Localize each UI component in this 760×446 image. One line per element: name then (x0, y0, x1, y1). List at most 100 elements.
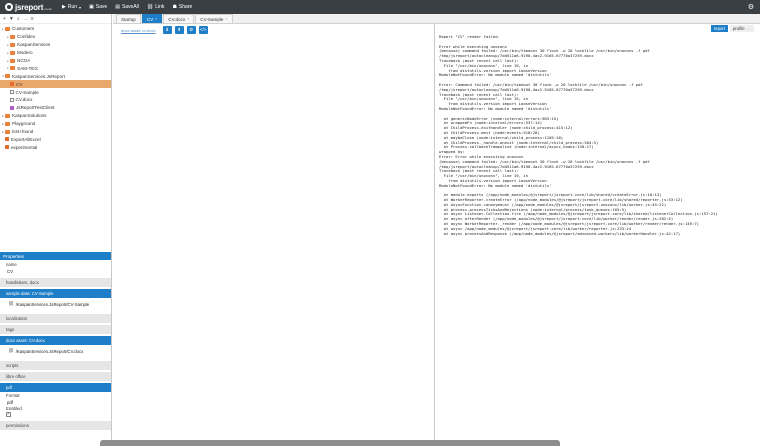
properties-header[interactable]: Properties (0, 252, 111, 260)
save-all-label: SaveAll (121, 4, 139, 10)
tree-item[interactable]: ▸ NCOA (0, 57, 111, 65)
code-icon[interactable]: </> (198, 26, 208, 34)
upload-icon[interactable]: ⬆ (174, 26, 184, 34)
tree-item[interactable]: JsReportTestClient (0, 104, 111, 112)
entity-tree: ▸ Customers ▸ Confidex ▸ KaspanServices ▸ Moder… (0, 24, 111, 151)
docx-asset-path: /KaspanServices.JsReport/CV.docx (15, 348, 84, 354)
close-icon[interactable]: × (187, 15, 189, 24)
tree-item[interactable]: ▸ lost+found (0, 128, 111, 136)
tree-item-label: CV.docx (15, 97, 33, 103)
tree-item-label: CV (16, 81, 23, 87)
folder-icon (5, 129, 10, 134)
tab-label: CV (146, 16, 154, 22)
tab-label: Startup (121, 16, 136, 22)
tree-item-label: Modero (17, 50, 33, 56)
editor-tab[interactable]: CV-Sample × (195, 14, 233, 24)
jsreport-logo[interactable]: jsreport studio (0, 3, 58, 12)
menu-icon[interactable]: ≡ (31, 16, 34, 22)
tree-toolbar: + ▼ ⌕ → ≡ (0, 14, 111, 24)
tree-item-label: CV-Sample (15, 89, 39, 95)
tree-item-label: Customers (12, 26, 35, 32)
editor-toolbar: docx asset: cv.docx ⬇ ⬆ ⚙ </> (113, 24, 434, 36)
folder-icon (10, 58, 15, 63)
settings-icon[interactable]: ⚙ (186, 26, 196, 34)
run-label: Run (67, 4, 78, 10)
tree-item-label: KaspanServices.JsReport (12, 73, 65, 79)
tree-item-label: experimental (11, 144, 38, 150)
tree-item[interactable]: ▸ KaspanSolutions (0, 112, 111, 120)
save-button[interactable]: ▣ Save (85, 0, 111, 14)
tree-item[interactable]: ▸ KaspanServices (0, 41, 111, 49)
logo-subtitle: studio (44, 6, 53, 11)
properties-title: Properties (3, 253, 24, 259)
docx-asset-section[interactable]: docx asset: CV.docx (0, 336, 111, 345)
tree-item[interactable]: ▸ Playground (0, 120, 111, 128)
doc-icon (10, 89, 14, 95)
jsreport-logo-icon (5, 3, 13, 11)
folder-icon (10, 66, 15, 71)
tree-item[interactable]: experimental (0, 143, 111, 151)
filter-icon[interactable]: ▼ (9, 16, 14, 22)
report-output: Report "CV" render failed. Error while e… (439, 34, 718, 236)
download-icon[interactable]: ⬇ (162, 26, 172, 34)
tree-item[interactable]: ▸ Confidex (0, 33, 111, 41)
link-icon: ⛓ (146, 4, 154, 10)
folder-icon (10, 50, 15, 55)
top-toolbar: jsreport studio ▶ Run ▾ ▣ Save ▤ SaveAll… (0, 0, 760, 14)
tree-item[interactable]: ▾ KaspanServices.JsReport (0, 72, 111, 80)
tree-item[interactable]: CV (0, 80, 111, 89)
tree-item[interactable]: ExportAllExcel (0, 135, 111, 143)
sample-data-link[interactable]: ⛓ /KaspanServices.JsReport/CV-Sample (0, 298, 111, 310)
docx-asset-link[interactable]: ⛓ /KaspanServices.JsReport/CV.docx (0, 345, 111, 357)
more-icon[interactable]: … (747, 26, 751, 31)
editor-tab[interactable]: CV.docx × (163, 14, 195, 24)
tree-item-label: ExportAllExcel (11, 136, 41, 142)
libre-office-section[interactable]: libre office (0, 372, 111, 381)
permissions-section[interactable]: permissions (0, 420, 111, 430)
folder-icon (5, 121, 10, 126)
close-icon[interactable]: × (155, 15, 157, 24)
tree-item[interactable]: ▸ Customers (0, 25, 111, 33)
share-button[interactable]: ☗ Share (168, 0, 196, 14)
editor-tab[interactable]: CV × (141, 14, 163, 24)
format-field[interactable]: pdf (6, 399, 105, 406)
add-entity-icon[interactable]: + (3, 16, 6, 22)
preview-tab[interactable]: profile… (729, 25, 754, 32)
tree-item[interactable]: ▸ SAM-TEG (0, 64, 111, 72)
play-icon: ▶ (62, 4, 66, 10)
tree-item[interactable]: ▸ Modero (0, 49, 111, 57)
tree-item-label: Playground (12, 121, 36, 127)
enabled-checkbox[interactable]: ✓ (6, 412, 11, 417)
docx-asset-editor-link[interactable]: docx asset: cv.docx (121, 28, 156, 33)
tree-item-label: JsReportTestClient (16, 105, 55, 111)
template-editor[interactable]: docx asset: cv.docx ⬇ ⬆ ⚙ </> (113, 24, 435, 446)
pdf-conversion-section[interactable]: pdf (0, 383, 111, 392)
sample-data-section[interactable]: sample data: CV-Sample (0, 289, 111, 298)
tree-item-label: KaspanSolutions (12, 113, 47, 119)
os-dock (100, 440, 560, 446)
tree-item[interactable]: CV.docx (0, 96, 111, 104)
search-icon[interactable]: ⌕ (17, 16, 20, 22)
editor-tab[interactable]: Startup (116, 14, 141, 23)
link-button[interactable]: ⛓ Link (143, 0, 169, 14)
scripts-section[interactable]: scripts (0, 361, 111, 370)
properties-panel: name CV handlebars, docx sample data: CV… (0, 260, 111, 430)
run-button[interactable]: ▶ Run ▾ (58, 0, 85, 14)
tags-section[interactable]: tags (0, 325, 111, 334)
engine-recipe-section[interactable]: handlebars, docx (0, 278, 111, 287)
run-dropdown-icon[interactable]: ▾ (79, 5, 81, 10)
folder-icon (5, 74, 10, 79)
report-icon (10, 105, 14, 110)
gear-icon[interactable]: ⚙ (748, 3, 754, 11)
tree-item-label: SAM-TEG (17, 65, 38, 71)
tree-item-label: KaspanServices (17, 42, 51, 48)
tree-item[interactable]: CV-Sample (0, 88, 111, 96)
name-field[interactable]: CV (6, 268, 105, 275)
share-icon: ☗ (172, 4, 177, 10)
preview-tab[interactable]: report (710, 25, 728, 32)
localization-section[interactable]: localization (0, 314, 111, 323)
close-icon[interactable]: × (225, 15, 227, 24)
navigate-icon[interactable]: → (23, 16, 28, 22)
doc-icon (10, 97, 14, 103)
save-all-button[interactable]: ▤ SaveAll (111, 0, 143, 14)
